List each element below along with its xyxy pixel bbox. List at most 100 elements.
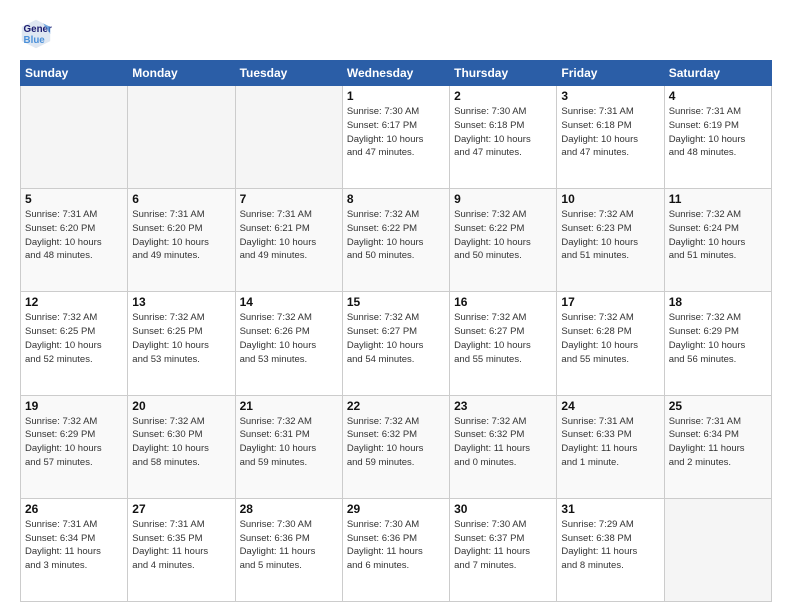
week-row-3: 12 Sunrise: 7:32 AM Sunset: 6:25 PM Dayli… xyxy=(21,292,772,395)
day-cell: 18 Sunrise: 7:32 AM Sunset: 6:29 PM Dayli… xyxy=(664,292,771,395)
day-number: 7 xyxy=(240,192,338,206)
day-info: Sunrise: 7:30 AM Sunset: 6:17 PM Dayligh… xyxy=(347,105,445,160)
day-number: 21 xyxy=(240,399,338,413)
day-number: 20 xyxy=(132,399,230,413)
day-info: Sunrise: 7:32 AM Sunset: 6:29 PM Dayligh… xyxy=(25,415,123,470)
day-number: 23 xyxy=(454,399,552,413)
day-info: Sunrise: 7:30 AM Sunset: 6:18 PM Dayligh… xyxy=(454,105,552,160)
day-cell xyxy=(664,498,771,601)
day-cell: 5 Sunrise: 7:31 AM Sunset: 6:20 PM Daylig… xyxy=(21,189,128,292)
header: General Blue xyxy=(20,18,772,50)
weekday-tuesday: Tuesday xyxy=(235,61,342,86)
week-row-5: 26 Sunrise: 7:31 AM Sunset: 6:34 PM Dayli… xyxy=(21,498,772,601)
day-info: Sunrise: 7:32 AM Sunset: 6:29 PM Dayligh… xyxy=(669,311,767,366)
day-info: Sunrise: 7:32 AM Sunset: 6:32 PM Dayligh… xyxy=(347,415,445,470)
day-cell: 20 Sunrise: 7:32 AM Sunset: 6:30 PM Dayli… xyxy=(128,395,235,498)
day-cell: 3 Sunrise: 7:31 AM Sunset: 6:18 PM Daylig… xyxy=(557,86,664,189)
day-cell: 21 Sunrise: 7:32 AM Sunset: 6:31 PM Dayli… xyxy=(235,395,342,498)
day-number: 2 xyxy=(454,89,552,103)
day-number: 13 xyxy=(132,295,230,309)
day-cell: 1 Sunrise: 7:30 AM Sunset: 6:17 PM Daylig… xyxy=(342,86,449,189)
day-number: 24 xyxy=(561,399,659,413)
day-cell: 28 Sunrise: 7:30 AM Sunset: 6:36 PM Dayli… xyxy=(235,498,342,601)
day-info: Sunrise: 7:31 AM Sunset: 6:19 PM Dayligh… xyxy=(669,105,767,160)
day-cell: 19 Sunrise: 7:32 AM Sunset: 6:29 PM Dayli… xyxy=(21,395,128,498)
weekday-saturday: Saturday xyxy=(664,61,771,86)
day-cell: 13 Sunrise: 7:32 AM Sunset: 6:25 PM Dayli… xyxy=(128,292,235,395)
day-cell: 17 Sunrise: 7:32 AM Sunset: 6:28 PM Dayli… xyxy=(557,292,664,395)
logo-icon: General Blue xyxy=(20,18,52,50)
day-info: Sunrise: 7:31 AM Sunset: 6:20 PM Dayligh… xyxy=(132,208,230,263)
day-cell: 16 Sunrise: 7:32 AM Sunset: 6:27 PM Dayli… xyxy=(450,292,557,395)
day-info: Sunrise: 7:32 AM Sunset: 6:24 PM Dayligh… xyxy=(669,208,767,263)
week-row-4: 19 Sunrise: 7:32 AM Sunset: 6:29 PM Dayli… xyxy=(21,395,772,498)
day-number: 17 xyxy=(561,295,659,309)
day-number: 26 xyxy=(25,502,123,516)
day-cell: 12Sunrise: 7:32 AM Sunset: 6:25 PM Dayli… xyxy=(21,292,128,395)
day-number: 6 xyxy=(132,192,230,206)
day-cell: 8Sunrise: 7:32 AM Sunset: 6:22 PM Daylig… xyxy=(342,189,449,292)
day-number: 16 xyxy=(454,295,552,309)
day-info: Sunrise: 7:31 AM Sunset: 6:34 PM Dayligh… xyxy=(669,415,767,470)
day-number: 5 xyxy=(25,192,123,206)
day-number: 19 xyxy=(25,399,123,413)
day-number: 31 xyxy=(561,502,659,516)
day-cell: 22 Sunrise: 7:32 AM Sunset: 6:32 PM Dayli… xyxy=(342,395,449,498)
day-info: Sunrise: 7:32 AM Sunset: 6:23 PM Dayligh… xyxy=(561,208,659,263)
day-number: 28 xyxy=(240,502,338,516)
day-cell: 23 Sunrise: 7:32 AM Sunset: 6:32 PM Dayli… xyxy=(450,395,557,498)
day-cell xyxy=(128,86,235,189)
page: General Blue SundayMondayTuesdayWednesda… xyxy=(0,0,792,612)
day-info: Sunrise: 7:32 AM Sunset: 6:22 PM Dayligh… xyxy=(347,208,445,263)
day-info: Sunrise: 7:31 AM Sunset: 6:34 PM Dayligh… xyxy=(25,518,123,573)
day-cell: 26 Sunrise: 7:31 AM Sunset: 6:34 PM Dayli… xyxy=(21,498,128,601)
day-cell: 30 Sunrise: 7:30 AM Sunset: 6:37 PM Dayli… xyxy=(450,498,557,601)
day-info: Sunrise: 7:30 AM Sunset: 6:36 PM Dayligh… xyxy=(240,518,338,573)
day-info: Sunrise: 7:31 AM Sunset: 6:21 PM Dayligh… xyxy=(240,208,338,263)
day-cell: 10Sunrise: 7:32 AM Sunset: 6:23 PM Dayli… xyxy=(557,189,664,292)
day-info: Sunrise: 7:32 AM Sunset: 6:30 PM Dayligh… xyxy=(132,415,230,470)
day-number: 4 xyxy=(669,89,767,103)
day-number: 15 xyxy=(347,295,445,309)
day-cell xyxy=(21,86,128,189)
day-number: 3 xyxy=(561,89,659,103)
day-info: Sunrise: 7:31 AM Sunset: 6:18 PM Dayligh… xyxy=(561,105,659,160)
day-number: 30 xyxy=(454,502,552,516)
weekday-wednesday: Wednesday xyxy=(342,61,449,86)
day-number: 29 xyxy=(347,502,445,516)
day-cell: 4 Sunrise: 7:31 AM Sunset: 6:19 PM Daylig… xyxy=(664,86,771,189)
day-number: 22 xyxy=(347,399,445,413)
day-info: Sunrise: 7:31 AM Sunset: 6:20 PM Dayligh… xyxy=(25,208,123,263)
day-info: Sunrise: 7:32 AM Sunset: 6:22 PM Dayligh… xyxy=(454,208,552,263)
day-info: Sunrise: 7:30 AM Sunset: 6:37 PM Dayligh… xyxy=(454,518,552,573)
calendar: SundayMondayTuesdayWednesdayThursdayFrid… xyxy=(20,60,772,602)
day-number: 1 xyxy=(347,89,445,103)
week-row-1: 1 Sunrise: 7:30 AM Sunset: 6:17 PM Daylig… xyxy=(21,86,772,189)
day-info: Sunrise: 7:31 AM Sunset: 6:33 PM Dayligh… xyxy=(561,415,659,470)
day-cell: 2 Sunrise: 7:30 AM Sunset: 6:18 PM Daylig… xyxy=(450,86,557,189)
day-cell: 25Sunrise: 7:31 AM Sunset: 6:34 PM Dayli… xyxy=(664,395,771,498)
day-cell xyxy=(235,86,342,189)
day-number: 18 xyxy=(669,295,767,309)
day-info: Sunrise: 7:31 AM Sunset: 6:35 PM Dayligh… xyxy=(132,518,230,573)
day-info: Sunrise: 7:32 AM Sunset: 6:31 PM Dayligh… xyxy=(240,415,338,470)
day-number: 12 xyxy=(25,295,123,309)
day-cell: 14Sunrise: 7:32 AM Sunset: 6:26 PM Dayli… xyxy=(235,292,342,395)
day-cell: 11 Sunrise: 7:32 AM Sunset: 6:24 PM Dayli… xyxy=(664,189,771,292)
day-info: Sunrise: 7:32 AM Sunset: 6:28 PM Dayligh… xyxy=(561,311,659,366)
day-info: Sunrise: 7:32 AM Sunset: 6:25 PM Dayligh… xyxy=(132,311,230,366)
day-cell: 7 Sunrise: 7:31 AM Sunset: 6:21 PM Daylig… xyxy=(235,189,342,292)
weekday-friday: Friday xyxy=(557,61,664,86)
weekday-sunday: Sunday xyxy=(21,61,128,86)
day-cell: 24 Sunrise: 7:31 AM Sunset: 6:33 PM Dayli… xyxy=(557,395,664,498)
day-info: Sunrise: 7:32 AM Sunset: 6:27 PM Dayligh… xyxy=(454,311,552,366)
logo: General Blue xyxy=(20,18,56,50)
day-info: Sunrise: 7:29 AM Sunset: 6:38 PM Dayligh… xyxy=(561,518,659,573)
day-cell: 31 Sunrise: 7:29 AM Sunset: 6:38 PM Dayli… xyxy=(557,498,664,601)
day-number: 14 xyxy=(240,295,338,309)
week-row-2: 5 Sunrise: 7:31 AM Sunset: 6:20 PM Daylig… xyxy=(21,189,772,292)
day-info: Sunrise: 7:32 AM Sunset: 6:32 PM Dayligh… xyxy=(454,415,552,470)
day-number: 11 xyxy=(669,192,767,206)
day-number: 9 xyxy=(454,192,552,206)
svg-text:Blue: Blue xyxy=(24,35,46,46)
